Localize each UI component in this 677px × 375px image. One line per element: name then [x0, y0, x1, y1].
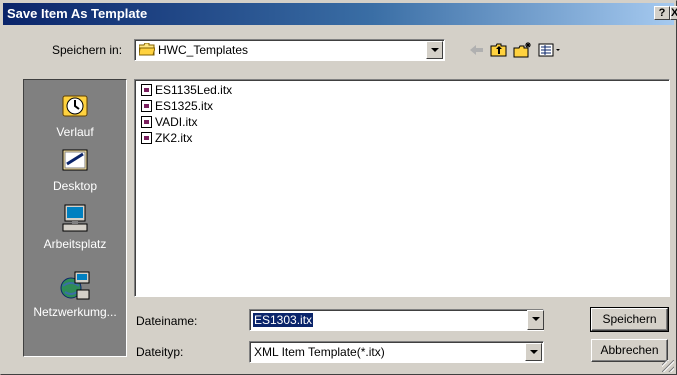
- itx-file-icon: [141, 100, 152, 112]
- file-name: ES1135Led.itx: [155, 83, 233, 97]
- place-label-desktop: Desktop: [52, 179, 98, 193]
- itx-file-icon: [141, 132, 152, 144]
- filename-dropdown-button[interactable]: [527, 310, 544, 330]
- new-folder-icon[interactable]: [513, 41, 533, 59]
- close-button[interactable]: X: [670, 6, 677, 20]
- filetype-value: XML Item Template(*.itx): [254, 345, 385, 359]
- window-title: Save Item As Template: [7, 6, 148, 21]
- file-list[interactable]: ES1135Led.itx ES1325.itx VADI.itx ZK2.it…: [134, 79, 670, 297]
- title-bar[interactable]: Save Item As Template ? X: [3, 3, 677, 25]
- filename-combo[interactable]: ES1303.itx: [249, 309, 544, 331]
- place-label-network: Netzwerkumg...: [33, 305, 117, 319]
- save-dialog: Save Item As Template ? X Speichern in: …: [0, 0, 677, 375]
- resize-grip[interactable]: [662, 360, 674, 372]
- location-value: HWC_Templates: [138, 42, 249, 57]
- place-label-computer: Arbeitsplatz: [43, 237, 107, 251]
- place-history[interactable]: Verlauf: [24, 90, 126, 139]
- filetype-combo[interactable]: XML Item Template(*.itx): [249, 341, 544, 363]
- back-arrow-icon[interactable]: [467, 41, 487, 59]
- save-button[interactable]: Speichern: [590, 307, 669, 332]
- folder-icon: [138, 42, 156, 56]
- location-combo[interactable]: HWC_Templates: [134, 39, 445, 61]
- place-computer[interactable]: Arbeitsplatz: [24, 202, 126, 251]
- file-name: ES1325.itx: [155, 99, 214, 113]
- list-item[interactable]: ZK2.itx: [141, 131, 192, 147]
- location-text: HWC_Templates: [158, 43, 249, 57]
- filename-dropdown[interactable]: [526, 310, 544, 330]
- place-label-history: Verlauf: [56, 125, 94, 139]
- help-button[interactable]: ?: [654, 6, 670, 20]
- view-menu-icon[interactable]: [537, 41, 563, 59]
- filename-label: Dateiname:: [136, 314, 198, 328]
- computer-icon: [62, 204, 88, 232]
- history-icon: [62, 95, 88, 117]
- itx-file-icon: [141, 116, 152, 128]
- list-item[interactable]: VADI.itx: [141, 115, 197, 131]
- filetype-dropdown-button[interactable]: [525, 343, 542, 361]
- location-label: Speichern in:: [52, 43, 123, 57]
- place-desktop[interactable]: Desktop: [24, 144, 126, 193]
- filename-input[interactable]: ES1303.itx: [253, 313, 314, 327]
- file-name: ZK2.itx: [155, 131, 193, 145]
- place-network[interactable]: Netzwerkumg...: [24, 270, 126, 319]
- filetype-label: Dateityp:: [136, 345, 184, 359]
- network-icon: [60, 271, 90, 300]
- up-folder-icon[interactable]: [489, 41, 509, 59]
- itx-file-icon: [141, 84, 152, 96]
- file-name: VADI.itx: [155, 115, 198, 129]
- desktop-icon: [62, 149, 88, 171]
- places-bar: Verlauf Desktop Arbeitsplatz Netzwerkumg…: [23, 79, 127, 357]
- list-item[interactable]: ES1135Led.itx: [141, 83, 232, 99]
- cancel-button[interactable]: Abbrechen: [591, 339, 668, 362]
- list-item[interactable]: ES1325.itx: [141, 99, 213, 115]
- location-dropdown-button[interactable]: [426, 41, 443, 59]
